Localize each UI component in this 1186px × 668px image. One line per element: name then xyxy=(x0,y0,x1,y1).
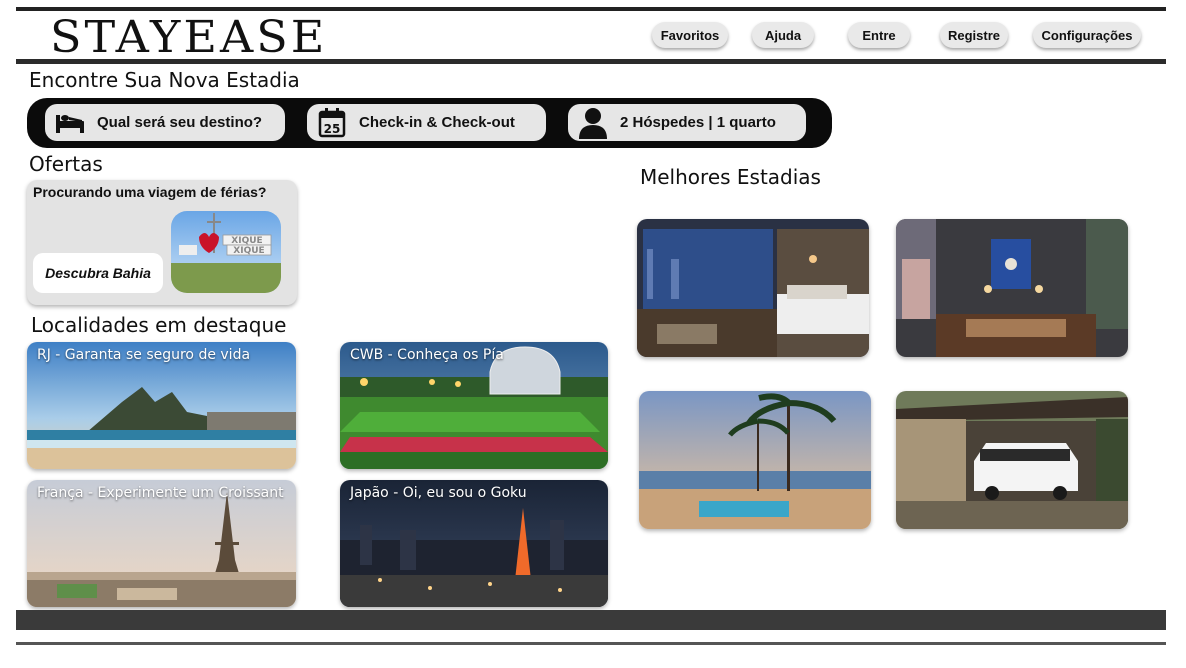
discover-bahia-button[interactable]: Descubra Bahia xyxy=(33,253,163,293)
featured-caption: CWB - Conheça os Pía xyxy=(350,347,504,363)
destination-field[interactable]: Qual será seu destino? xyxy=(45,104,285,141)
offers-title: Ofertas xyxy=(29,152,103,176)
dates-label: Check-in & Check-out xyxy=(359,114,515,131)
logo[interactable]: STAYEASE xyxy=(50,13,327,61)
calendar-day: 25 xyxy=(324,122,341,136)
best-stays-title: Melhores Estadias xyxy=(640,165,821,189)
offer-question: Procurando uma viagem de férias? xyxy=(33,184,267,200)
guests-field[interactable]: 2 Hóspedes | 1 quarto xyxy=(568,104,806,141)
featured-card-cwb[interactable]: CWB - Conheça os Pía xyxy=(340,342,608,469)
register-button[interactable]: Registre xyxy=(940,22,1008,48)
help-button[interactable]: Ajuda xyxy=(752,22,814,48)
offer-card[interactable]: Procurando uma viagem de férias? Descubr… xyxy=(27,180,297,305)
best-stay-card[interactable] xyxy=(639,391,871,529)
featured-caption: França - Experimente um Croissant xyxy=(37,485,284,501)
guests-label: 2 Hóspedes | 1 quarto xyxy=(620,114,776,131)
search-bar: Qual será seu destino? 25 Check-in & Che… xyxy=(27,98,832,148)
bottom-border xyxy=(16,642,1166,645)
search-title: Encontre Sua Nova Estadia xyxy=(29,68,300,92)
featured-caption: RJ - Garanta se seguro de vida xyxy=(37,347,251,363)
best-stay-card[interactable] xyxy=(896,219,1128,357)
calendar-icon: 25 xyxy=(315,107,349,138)
best-stay-card[interactable] xyxy=(896,391,1128,529)
bed-icon xyxy=(53,108,87,138)
favorites-button[interactable]: Favoritos xyxy=(652,22,728,48)
best-stay-card[interactable] xyxy=(637,219,869,357)
dates-field[interactable]: 25 Check-in & Check-out xyxy=(307,104,546,141)
person-icon xyxy=(576,107,610,139)
featured-card-franca[interactable]: França - Experimente um Croissant xyxy=(27,480,296,607)
featured-card-rj[interactable]: RJ - Garanta se seguro de vida xyxy=(27,342,296,469)
offer-image: XIQUE XIQUE xyxy=(171,211,281,293)
featured-caption: Japão - Oi, eu sou o Goku xyxy=(350,485,527,501)
featured-card-japao[interactable]: Japão - Oi, eu sou o Goku xyxy=(340,480,608,607)
footer-bar xyxy=(16,610,1166,630)
login-button[interactable]: Entre xyxy=(848,22,910,48)
destination-label: Qual será seu destino? xyxy=(97,114,263,131)
svg-text:XIQUE: XIQUE xyxy=(233,246,264,256)
svg-text:XIQUE: XIQUE xyxy=(231,236,262,246)
settings-button[interactable]: Configurações xyxy=(1033,22,1141,48)
featured-title: Localidades em destaque xyxy=(31,313,287,337)
